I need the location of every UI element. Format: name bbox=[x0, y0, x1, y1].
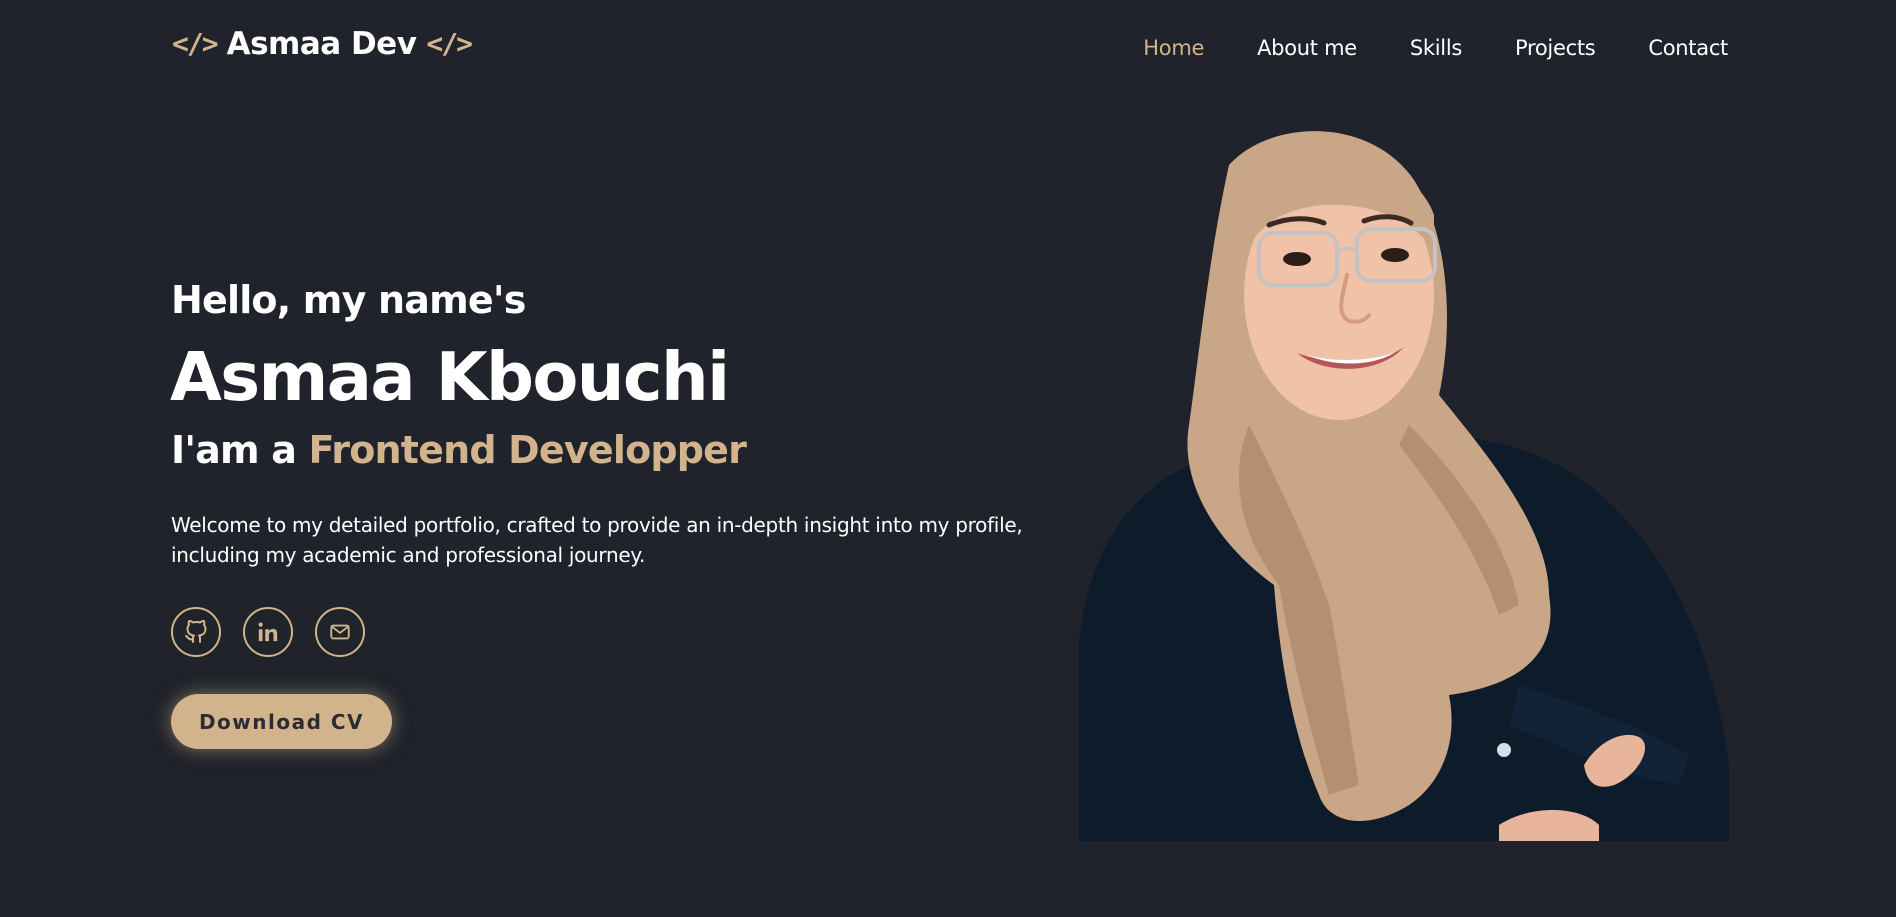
photo-eye-right bbox=[1381, 248, 1409, 262]
nav-about-me[interactable]: About me bbox=[1257, 36, 1357, 60]
portfolio-page: </> Asmaa Dev </> Home About me Skills P… bbox=[0, 0, 1896, 917]
profile-photo bbox=[1079, 131, 1729, 845]
code-icon: </> bbox=[426, 27, 473, 60]
main-nav: Home About me Skills Projects Contact bbox=[1143, 36, 1728, 60]
linkedin-link[interactable] bbox=[243, 607, 293, 657]
role-prefix: I'am a bbox=[171, 428, 297, 472]
photo-brooch bbox=[1497, 743, 1511, 757]
nav-home[interactable]: Home bbox=[1143, 36, 1204, 60]
nav-skills[interactable]: Skills bbox=[1410, 36, 1462, 60]
logo-text: Asmaa Dev bbox=[226, 26, 417, 62]
hero-intro: Welcome to my detailed portfolio, crafte… bbox=[171, 513, 1023, 567]
role-title: Frontend Developper bbox=[308, 428, 747, 472]
mail-link[interactable] bbox=[315, 607, 365, 657]
github-link[interactable] bbox=[171, 607, 221, 657]
hero-name: Asmaa Kbouchi bbox=[170, 338, 730, 416]
download-cv-button[interactable]: Download CV bbox=[171, 694, 392, 749]
photo-eye-left bbox=[1283, 252, 1311, 266]
nav-contact[interactable]: Contact bbox=[1648, 36, 1728, 60]
mail-icon bbox=[330, 624, 350, 640]
photo-bottom-edge bbox=[1079, 841, 1729, 845]
hero-greeting: Hello, my name's bbox=[171, 278, 526, 322]
social-links bbox=[171, 607, 365, 657]
hero-role: I'am a Frontend Developper bbox=[171, 428, 747, 472]
site-logo[interactable]: </> Asmaa Dev </> bbox=[172, 26, 473, 62]
code-icon: </> bbox=[172, 27, 219, 60]
github-icon bbox=[185, 620, 207, 643]
linkedin-icon bbox=[258, 622, 278, 642]
nav-projects[interactable]: Projects bbox=[1515, 36, 1596, 60]
